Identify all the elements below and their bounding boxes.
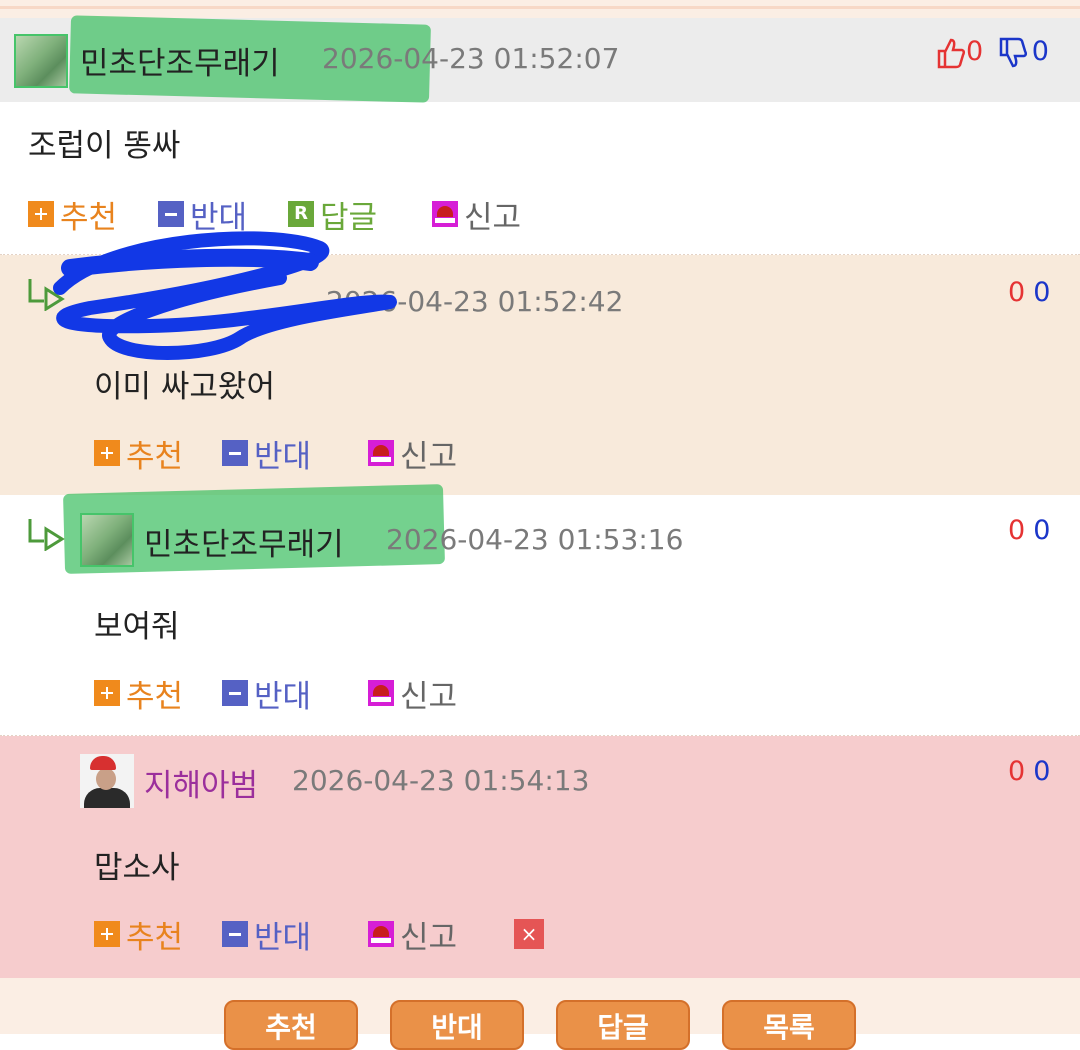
oppose-button[interactable]: 반대: [222, 914, 312, 956]
recommend-label: 추천: [126, 919, 184, 956]
report-label: 신고: [464, 199, 522, 236]
top-strip: [0, 0, 1080, 18]
comment-1: 민초단조무래기 2026-04-23 01:52:07 0 0 조럽이 똥싸 추…: [0, 15, 1080, 236]
thumbs-up-icon[interactable]: [936, 37, 966, 69]
report-label: 신고: [400, 438, 458, 475]
redaction-scribble: [53, 231, 397, 360]
vote-counts: 00: [1008, 277, 1050, 308]
avatar-santa-hat: [90, 756, 116, 770]
minus-icon: [222, 921, 248, 947]
reply-icon: R: [288, 201, 314, 227]
report-siren-icon: [368, 440, 394, 466]
oppose-label: 반대: [254, 919, 312, 956]
bottom-list-button[interactable]: 목록: [722, 1000, 856, 1050]
reply-arrow-icon: [28, 519, 65, 551]
comment-3: 민초단조무래기 2026-04-23 01:53:16 00 보여줘 추천 반대…: [0, 484, 1080, 735]
recommend-label: 추천: [126, 438, 184, 475]
recommend-button[interactable]: 추천: [94, 673, 184, 715]
like-count: 0: [966, 36, 984, 67]
bottom-oppose-button[interactable]: 반대: [390, 1000, 524, 1050]
comment-nickname[interactable]: 민초단조무래기: [80, 38, 280, 83]
oppose-label: 반대: [254, 678, 312, 715]
plus-icon: [94, 680, 120, 706]
dislike-count: 0: [1031, 36, 1049, 67]
comment-nickname[interactable]: 민초단조무래기: [144, 519, 344, 564]
report-siren-icon: [432, 201, 458, 227]
oppose-label: 반대: [254, 438, 312, 475]
report-button[interactable]: 신고: [368, 673, 458, 715]
minus-icon: [222, 680, 248, 706]
report-label: 신고: [400, 919, 458, 956]
like-count: 0: [1008, 277, 1026, 308]
recommend-button[interactable]: 추천: [94, 433, 184, 475]
minus-icon: [158, 201, 184, 227]
avatar[interactable]: [14, 34, 68, 88]
like-count: 0: [1008, 756, 1026, 787]
report-button[interactable]: 신고: [432, 194, 522, 236]
delete-icon: ×: [514, 919, 544, 949]
vote-counts: 0 0: [936, 36, 1049, 69]
minus-icon: [222, 440, 248, 466]
bottom-reply-button[interactable]: 답글: [556, 1000, 690, 1050]
dislike-count: 0: [1033, 515, 1051, 546]
avatar[interactable]: [80, 513, 134, 567]
bottom-recommend-button[interactable]: 추천: [224, 1000, 358, 1050]
report-button[interactable]: 신고: [368, 433, 458, 475]
plus-icon: [28, 201, 54, 227]
report-siren-icon: [368, 680, 394, 706]
vote-counts: 00: [1008, 756, 1050, 787]
oppose-button[interactable]: 반대: [222, 673, 312, 715]
avatar-face: [96, 768, 116, 790]
avatar[interactable]: [80, 754, 134, 808]
comment-body: 맙소사: [94, 850, 180, 886]
comment-body: 보여줘: [94, 609, 180, 645]
thumbs-down-icon[interactable]: [998, 37, 1028, 69]
delete-button[interactable]: ×: [514, 914, 544, 954]
report-button[interactable]: 신고: [368, 914, 458, 956]
comment-4: 지해아범 2026-04-23 01:54:13 00 맙소사 추천 반대 신고…: [0, 736, 1080, 978]
comment-timestamp: 2026-04-23 01:52:07: [322, 42, 620, 75]
comment-timestamp: 2026-04-23 01:53:16: [386, 523, 684, 556]
report-siren-icon: [368, 921, 394, 947]
comment-body: 조럽이 똥싸: [28, 128, 181, 164]
dislike-count: 0: [1033, 277, 1051, 308]
oppose-button[interactable]: 반대: [222, 433, 312, 475]
recommend-button[interactable]: 추천: [94, 914, 184, 956]
comment-nickname[interactable]: 지해아범: [144, 760, 258, 805]
comment-timestamp: 2026-04-23 01:54:13: [292, 764, 590, 797]
top-divider: [0, 6, 1080, 9]
recommend-label: 추천: [126, 678, 184, 715]
plus-icon: [94, 440, 120, 466]
vote-counts: 00: [1008, 515, 1050, 546]
plus-icon: [94, 921, 120, 947]
dislike-count: 0: [1033, 756, 1051, 787]
like-count: 0: [1008, 515, 1026, 546]
avatar-figure: [84, 788, 130, 808]
bottom-action-bar: 추천 반대 답글 목록: [0, 978, 1080, 1050]
report-label: 신고: [400, 678, 458, 715]
